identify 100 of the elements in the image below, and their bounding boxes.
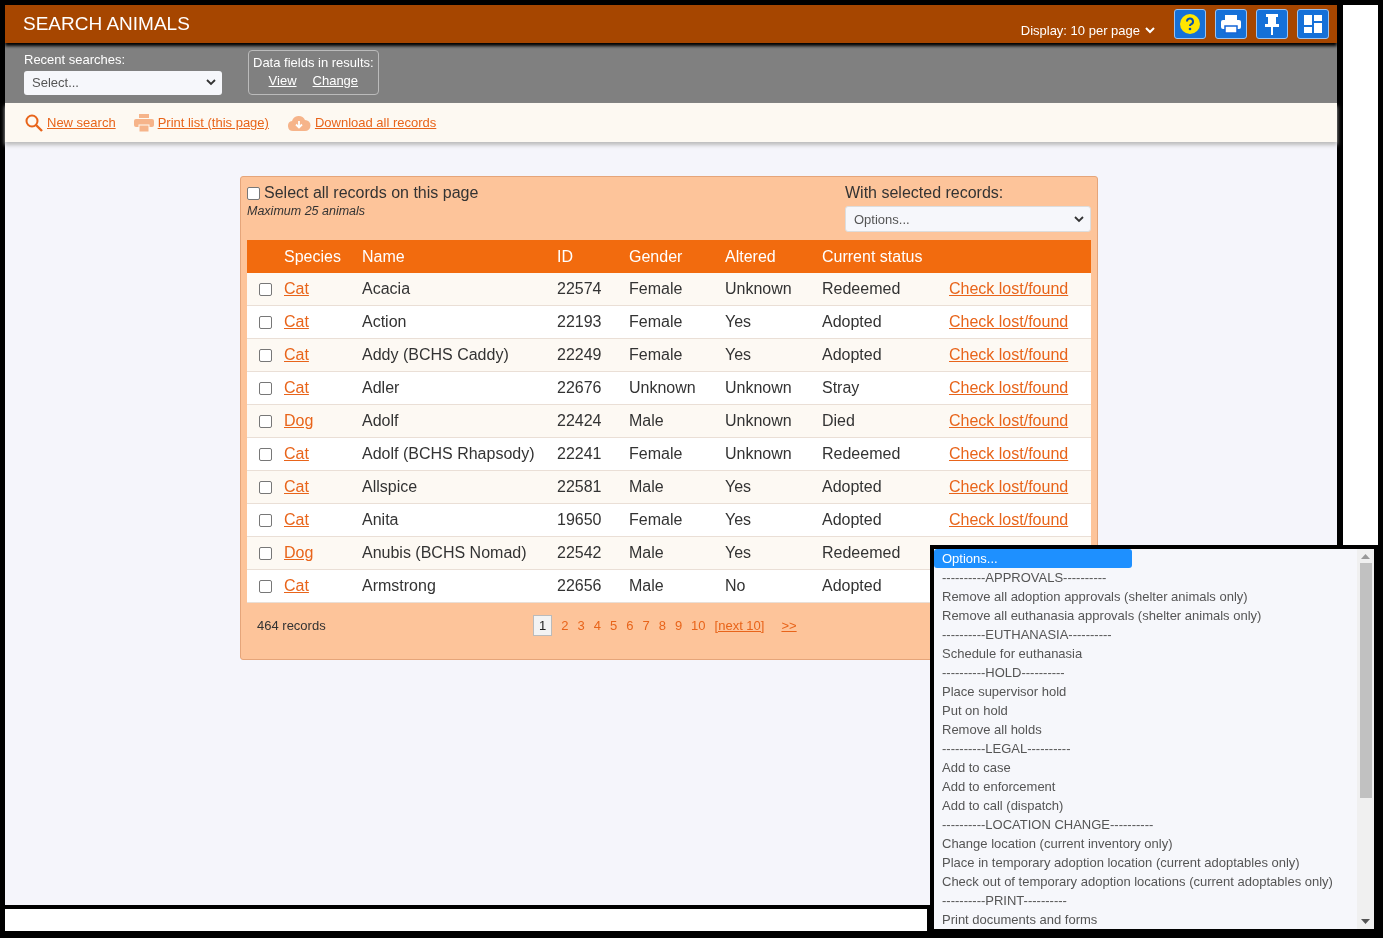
dropdown-option[interactable]: ----------APPROVALS---------- bbox=[934, 568, 1357, 587]
table-cell-text: Adopted bbox=[822, 346, 883, 364]
layout-button[interactable] bbox=[1297, 9, 1329, 39]
table-cell-text: Adolf bbox=[362, 412, 400, 430]
dropdown-option[interactable]: Check out of temporary adoption locations (current adoptables only) bbox=[934, 872, 1357, 891]
table-cell-text: Female bbox=[629, 313, 684, 331]
row-checkbox[interactable] bbox=[259, 480, 272, 494]
dropdown-option[interactable]: ----------LEGAL---------- bbox=[934, 739, 1357, 758]
check-lost-found-link[interactable]: Check lost/found bbox=[949, 379, 1069, 396]
toolbar-link[interactable]: New search bbox=[25, 113, 116, 132]
dropdown-option[interactable]: ----------LOCATION CHANGE---------- bbox=[934, 815, 1357, 834]
row-checkbox[interactable] bbox=[259, 447, 272, 461]
table-cell-text: 22193 bbox=[557, 313, 603, 331]
species-link[interactable]: Cat bbox=[284, 478, 309, 495]
table-cell-text: Anita bbox=[362, 511, 400, 529]
page-link[interactable]: 6 bbox=[626, 617, 634, 633]
check-lost-found-link[interactable]: Check lost/found bbox=[949, 313, 1069, 330]
species-link[interactable]: Dog bbox=[284, 412, 314, 429]
column-header: Name bbox=[362, 247, 406, 266]
table-cell-text: 19650 bbox=[557, 511, 603, 529]
page-link[interactable]: 5 bbox=[609, 617, 618, 633]
species-link[interactable]: Cat bbox=[284, 313, 309, 330]
row-checkbox[interactable] bbox=[259, 513, 272, 527]
table-cell-text: Action bbox=[362, 313, 408, 331]
next-pages-link[interactable]: [next 10] bbox=[714, 617, 765, 633]
row-checkbox[interactable] bbox=[259, 579, 272, 593]
dropdown-option[interactable]: Place supervisor hold bbox=[934, 682, 1357, 701]
options-select[interactable]: Options... bbox=[845, 206, 1091, 232]
row-checkbox[interactable] bbox=[259, 381, 272, 395]
page-link[interactable]: 2 bbox=[561, 617, 569, 633]
dropdown-option[interactable]: Add to call (dispatch) bbox=[934, 796, 1357, 815]
help-button[interactable] bbox=[1174, 9, 1206, 39]
table-cell-text: 22574 bbox=[557, 280, 603, 298]
check-lost-found-link[interactable]: Check lost/found bbox=[949, 511, 1069, 528]
page-link[interactable]: 9 bbox=[674, 617, 683, 633]
table-cell-text: Addy (BCHS Caddy) bbox=[362, 346, 510, 364]
row-checkbox[interactable] bbox=[259, 348, 272, 362]
row-checkbox[interactable] bbox=[259, 282, 272, 296]
table-cell-text: Unknown bbox=[725, 412, 793, 430]
page-link[interactable]: 10 bbox=[691, 617, 706, 633]
table-cell-text: No bbox=[725, 577, 747, 595]
species-link[interactable]: Cat bbox=[284, 379, 309, 396]
table-cell-text: Female bbox=[629, 280, 684, 298]
table-cell-text: Adopted bbox=[822, 313, 883, 331]
select-all-label: Select all records on this page bbox=[264, 184, 479, 202]
dropdown-option[interactable]: Print documents and forms bbox=[934, 910, 1357, 929]
layout-icon bbox=[1303, 14, 1323, 34]
check-lost-found-link[interactable]: Check lost/found bbox=[949, 412, 1069, 429]
print-button[interactable] bbox=[1215, 9, 1247, 39]
check-lost-found-link[interactable]: Check lost/found bbox=[949, 445, 1069, 462]
dropdown-option[interactable]: Place in temporary adoption location (current adoptables only) bbox=[934, 853, 1357, 872]
select-all-checkbox[interactable] bbox=[247, 186, 260, 200]
dropdown-option[interactable]: Change location (current inventory only) bbox=[934, 834, 1357, 853]
pin-button[interactable] bbox=[1256, 9, 1288, 39]
data-fields-link[interactable]: Change bbox=[312, 72, 359, 88]
species-link[interactable]: Cat bbox=[284, 346, 309, 363]
data-fields-link[interactable]: View bbox=[268, 72, 297, 88]
dropdown-option[interactable]: ----------PRINT---------- bbox=[934, 891, 1357, 910]
dropdown-option[interactable]: Remove all holds bbox=[934, 720, 1357, 739]
check-lost-found-link[interactable]: Check lost/found bbox=[949, 478, 1069, 495]
table-cell-text: Anubis (BCHS Nomad) bbox=[362, 544, 528, 562]
species-link[interactable]: Cat bbox=[284, 280, 309, 297]
row-checkbox[interactable] bbox=[259, 546, 272, 560]
toolbar-link[interactable]: Download all records bbox=[286, 114, 437, 131]
dropdown-option[interactable]: Add to case bbox=[934, 758, 1357, 777]
data-fields-label: Data fields in results: bbox=[253, 54, 374, 70]
row-checkbox[interactable] bbox=[259, 315, 272, 329]
dropdown-option[interactable]: Add to enforcement bbox=[934, 777, 1357, 796]
dropdown-option[interactable]: ----------HOLD---------- bbox=[934, 663, 1357, 682]
last-page-link[interactable]: >> bbox=[781, 617, 797, 633]
table-cell-text: Male bbox=[629, 412, 665, 430]
page-link[interactable]: 1 bbox=[533, 614, 553, 636]
check-lost-found-link[interactable]: Check lost/found bbox=[949, 346, 1069, 363]
check-lost-found-link[interactable]: Check lost/found bbox=[949, 280, 1069, 297]
scrollbar[interactable] bbox=[1357, 549, 1374, 929]
page-link[interactable]: 8 bbox=[658, 617, 666, 633]
row-checkbox[interactable] bbox=[259, 414, 272, 428]
table-cell-text: Female bbox=[629, 346, 684, 364]
page-link[interactable]: 4 bbox=[593, 617, 601, 633]
column-header: Altered bbox=[725, 247, 777, 266]
scroll-down-arrow-icon[interactable] bbox=[1361, 919, 1370, 925]
recent-searches-select[interactable]: Select... bbox=[24, 70, 222, 95]
dropdown-option[interactable]: Schedule for euthanasia bbox=[934, 644, 1357, 663]
species-link[interactable]: Dog bbox=[284, 544, 314, 561]
page-link[interactable]: 3 bbox=[577, 617, 585, 633]
table-cell-text: Armstrong bbox=[362, 577, 437, 595]
record-count: 464 records bbox=[257, 617, 327, 633]
table-cell-text: Yes bbox=[725, 478, 753, 496]
dropdown-option[interactable]: Remove all euthanasia approvals (shelter animals only) bbox=[934, 606, 1357, 625]
dropdown-option[interactable]: Options... bbox=[934, 549, 1132, 568]
species-link[interactable]: Cat bbox=[284, 511, 309, 528]
scroll-up-arrow-icon[interactable] bbox=[1361, 553, 1370, 559]
dropdown-option[interactable]: ----------EUTHANASIA---------- bbox=[934, 625, 1357, 644]
page-link[interactable]: 7 bbox=[642, 617, 650, 633]
species-link[interactable]: Cat bbox=[284, 445, 309, 462]
species-link[interactable]: Cat bbox=[284, 577, 309, 594]
dropdown-option[interactable]: Remove all adoption approvals (shelter animals only) bbox=[934, 587, 1357, 606]
dropdown-option[interactable]: Put on hold bbox=[934, 701, 1357, 720]
display-dropdown[interactable]: Display: 10 per page bbox=[1020, 22, 1155, 38]
toolbar-link[interactable]: Print list (this page) bbox=[133, 113, 269, 132]
